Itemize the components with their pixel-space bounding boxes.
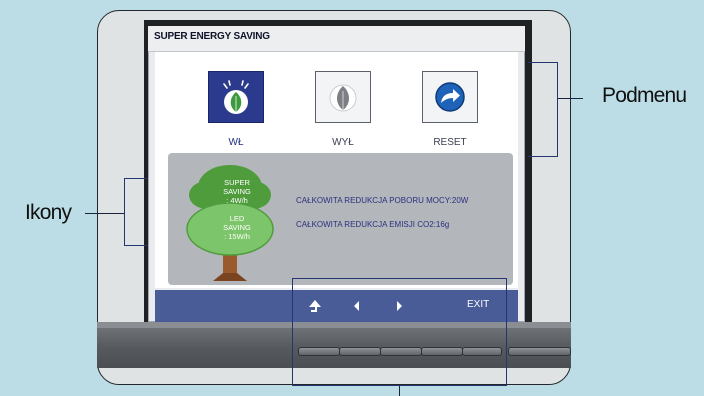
option-off-button[interactable]: [315, 71, 371, 123]
option-reset-button[interactable]: [422, 71, 478, 123]
icons-bracket: [124, 178, 148, 246]
tree-top-text: SUPER SAVING : 4W/h: [215, 178, 259, 205]
option-on-label: WŁ: [228, 137, 244, 148]
leaf-icon: [223, 80, 249, 114]
tree-bottom-line1: LED: [229, 214, 245, 223]
osd-title: SUPER ENERGY SAVING: [148, 26, 525, 52]
icons-callout-line: [85, 213, 124, 215]
tree-top-line1: SUPER: [224, 178, 250, 187]
tree-top-line3: : 4W/h: [226, 196, 248, 205]
submenu-callout-line: [558, 98, 583, 100]
icons-label: Ikony: [25, 201, 72, 224]
submenu-bracket: [528, 62, 558, 157]
power-button[interactable]: [508, 347, 571, 356]
total-power-reduction: CAŁKOWITA REDUKCJA POBORU MOCY:20W: [296, 196, 469, 205]
tree-bottom-text: LED SAVING : 15W/h: [209, 214, 265, 241]
tree-bottom-line3: : 15W/h: [224, 232, 250, 241]
buttons-callout-box: [292, 278, 507, 386]
reset-arrow-icon: [435, 82, 465, 112]
option-on-button[interactable]: [208, 71, 264, 123]
total-co2-reduction: CAŁKOWITA REDUKCJA EMISJI CO2:16g: [296, 220, 450, 229]
tree-top-line2: SAVING: [223, 187, 251, 196]
buttons-callout-line: [399, 386, 401, 396]
option-reset-label: RESET: [433, 137, 467, 148]
submenu-label: Podmenu: [602, 84, 687, 107]
leaf-icon: [329, 84, 357, 112]
tree-bottom-line2: SAVING: [223, 223, 251, 232]
option-off-label: WYŁ: [332, 137, 354, 148]
